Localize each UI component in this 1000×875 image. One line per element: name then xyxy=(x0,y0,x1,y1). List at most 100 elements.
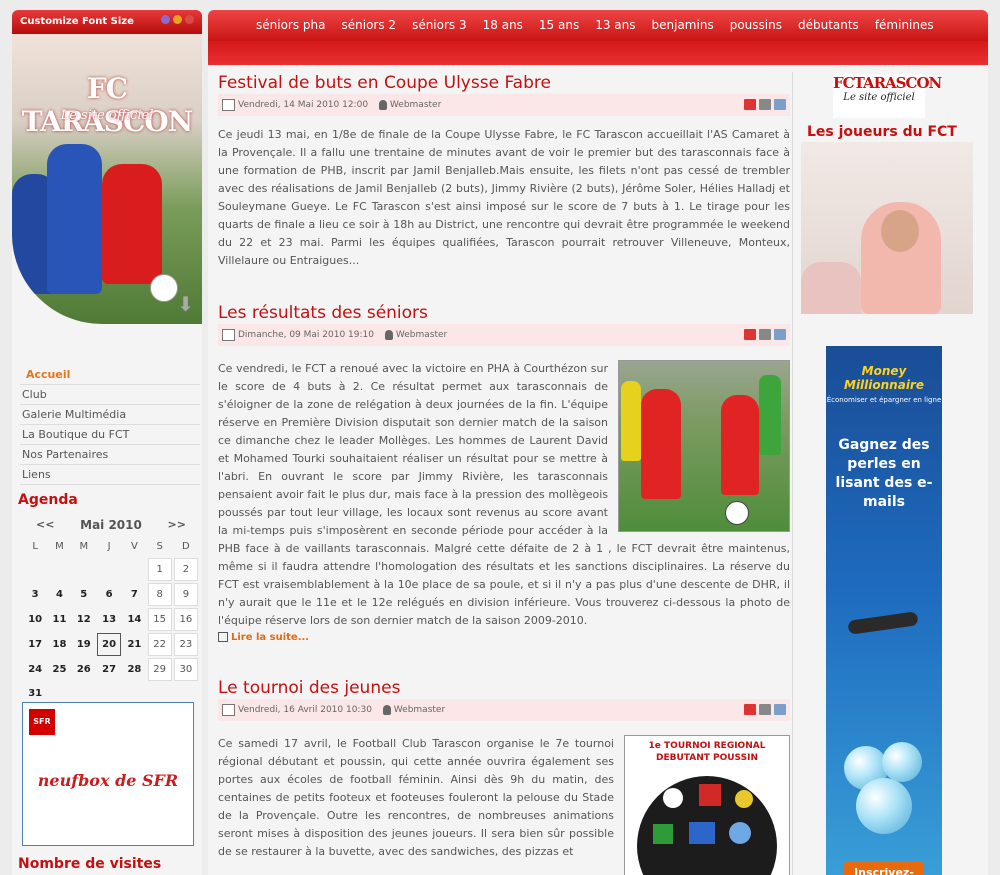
pdf-icon[interactable] xyxy=(744,99,756,110)
calendar-day[interactable]: 8 xyxy=(147,583,172,606)
calendar-day[interactable]: 19 xyxy=(73,633,95,656)
calendar-icon xyxy=(222,98,235,111)
email-icon[interactable] xyxy=(774,704,786,715)
font-size-bar: Customize Font Size xyxy=(12,10,202,34)
calendar-day[interactable]: 7 xyxy=(123,583,145,606)
calendar-day[interactable]: 1 xyxy=(147,558,172,581)
calendar-prev-button[interactable]: << xyxy=(36,516,54,534)
print-icon[interactable] xyxy=(759,99,771,110)
user-icon xyxy=(378,99,387,110)
font-increase-icon[interactable] xyxy=(161,15,170,24)
ad-cta-button[interactable]: Inscrivez- xyxy=(844,862,924,875)
nav-feminines[interactable]: féminines xyxy=(867,10,942,41)
calendar-day[interactable]: 25 xyxy=(48,658,70,681)
calendar-day[interactable]: 4 xyxy=(48,583,70,606)
article-title[interactable]: Le tournoi des jeunes xyxy=(218,677,790,699)
article-body: 1e TOURNOI REGIONAL DEBUTANT POUSSIN Ce … xyxy=(218,735,790,875)
calendar-day[interactable]: 24 xyxy=(24,658,46,681)
menu-item-galerie[interactable]: Galerie Multimédia xyxy=(20,405,200,425)
article-body: Ce jeudi 13 mai, en 1/8e de finale de la… xyxy=(218,128,790,267)
calendar-day[interactable]: 10 xyxy=(24,608,46,631)
calendar-day[interactable]: 26 xyxy=(73,658,95,681)
nav-poussins[interactable]: poussins xyxy=(722,10,790,41)
nav-15-ans[interactable]: 15 ans xyxy=(531,10,587,41)
players-photo[interactable] xyxy=(801,142,973,314)
menu-item-club[interactable]: Club xyxy=(20,385,200,405)
calendar-day[interactable]: 18 xyxy=(48,633,70,656)
calendar-day[interactable]: 28 xyxy=(123,658,145,681)
calendar-month: Mai 2010 xyxy=(80,518,142,532)
calendar-day[interactable]: 21 xyxy=(123,633,145,656)
calendar-day[interactable]: 14 xyxy=(123,608,145,631)
calendar-day[interactable]: 2 xyxy=(173,558,198,581)
calendar-day[interactable]: 15 xyxy=(147,608,172,631)
agenda-title: Agenda xyxy=(18,492,78,508)
email-icon[interactable] xyxy=(774,99,786,110)
read-more-label: Lire la suite... xyxy=(231,632,310,643)
calendar-day[interactable]: 17 xyxy=(24,633,46,656)
font-reset-icon[interactable] xyxy=(173,15,182,24)
main-menu: Accueil Club Galerie Multimédia La Bouti… xyxy=(20,365,200,485)
font-decrease-icon[interactable] xyxy=(185,15,194,24)
arrow-down-icon: ⬇ xyxy=(177,292,194,316)
calendar-day[interactable]: 22 xyxy=(147,633,172,656)
article-meta: Vendredi, 14 Mai 2010 12:00 Webmaster xyxy=(218,94,790,116)
money-millionnaire-ad[interactable]: Money Millionnaire Économiser et épargne… xyxy=(826,346,942,875)
calendar-day[interactable]: 30 xyxy=(173,658,198,681)
nav-seniors-3[interactable]: séniors 3 xyxy=(404,10,475,41)
pearl-image xyxy=(856,778,912,834)
calendar-day[interactable]: 29 xyxy=(147,658,172,681)
article-title[interactable]: Festival de buts en Coupe Ulysse Fabre xyxy=(218,72,790,94)
pdf-icon[interactable] xyxy=(744,704,756,715)
ad-tagline: Économiser et épargner en ligne xyxy=(826,396,942,404)
article-title[interactable]: Les résultats des séniors xyxy=(218,302,790,324)
football-image xyxy=(150,274,178,302)
ad-message: Gagnez des perles en lisant des e-mails xyxy=(835,437,933,510)
tournament-poster: 1e TOURNOI REGIONAL DEBUTANT POUSSIN xyxy=(624,735,790,875)
club-logo-small[interactable]: FCTARASCON Le site officiel xyxy=(833,74,942,118)
calendar-day[interactable]: 13 xyxy=(97,608,121,631)
player-figure xyxy=(47,144,102,294)
nav-13-ans[interactable]: 13 ans xyxy=(587,10,643,41)
agenda-calendar: << Mai 2010 >> LMMJVSD 1 2 3 4 5 6 7 8 9 10 11 12 13… xyxy=(22,516,200,706)
calendar-day[interactable]: 31 xyxy=(24,683,46,704)
read-more-link[interactable]: Lire la suite... xyxy=(218,632,309,643)
email-icon[interactable] xyxy=(774,329,786,340)
nav-debutants[interactable]: débutants xyxy=(790,10,867,41)
menu-item-accueil[interactable]: Accueil xyxy=(20,365,200,385)
article-date: Vendredi, 16 Avril 2010 10:30 xyxy=(238,705,372,715)
nav-seniors-2[interactable]: séniors 2 xyxy=(334,10,405,41)
calendar-weekday: D xyxy=(182,540,190,552)
print-icon[interactable] xyxy=(759,704,771,715)
calendar-day[interactable]: 12 xyxy=(73,608,95,631)
article-date: Dimanche, 09 Mai 2010 19:10 xyxy=(238,330,374,340)
nav-benjamins[interactable]: benjamins xyxy=(644,10,722,41)
logo-text: FCTARASCON xyxy=(833,74,942,92)
calendar-day[interactable]: 20 xyxy=(96,633,122,656)
article-text: Ce samedi 17 avril, le Football Club Tar… xyxy=(218,737,614,858)
calendar-weekday: L xyxy=(32,540,38,552)
font-size-label: Customize Font Size xyxy=(20,16,134,27)
menu-item-partenaires[interactable]: Nos Partenaires xyxy=(20,445,200,465)
calendar-day[interactable]: 27 xyxy=(97,658,121,681)
calendar-empty xyxy=(24,558,46,581)
calendar-day[interactable]: 23 xyxy=(173,633,198,656)
visits-title: Nombre de visites xyxy=(18,856,162,872)
calendar-day[interactable]: 3 xyxy=(24,583,46,606)
menu-item-boutique[interactable]: La Boutique du FCT xyxy=(20,425,200,445)
calendar-next-button[interactable]: >> xyxy=(168,516,186,534)
nav-seniors-pha[interactable]: séniors pha xyxy=(248,10,334,41)
calendar-day[interactable]: 16 xyxy=(173,608,198,631)
sfr-ad-banner[interactable]: SFR neufbox de SFR xyxy=(22,702,194,846)
calendar-day[interactable]: 6 xyxy=(97,583,121,606)
article-tools xyxy=(744,704,786,715)
print-icon[interactable] xyxy=(759,329,771,340)
menu-item-liens[interactable]: Liens xyxy=(20,465,200,485)
calendar-day[interactable]: 11 xyxy=(48,608,70,631)
read-more-icon xyxy=(218,632,228,642)
calendar-day[interactable]: 5 xyxy=(73,583,95,606)
article-meta: Vendredi, 16 Avril 2010 10:30 Webmaster xyxy=(218,699,790,721)
pdf-icon[interactable] xyxy=(744,329,756,340)
nav-18-ans[interactable]: 18 ans xyxy=(475,10,531,41)
calendar-day[interactable]: 9 xyxy=(173,583,198,606)
